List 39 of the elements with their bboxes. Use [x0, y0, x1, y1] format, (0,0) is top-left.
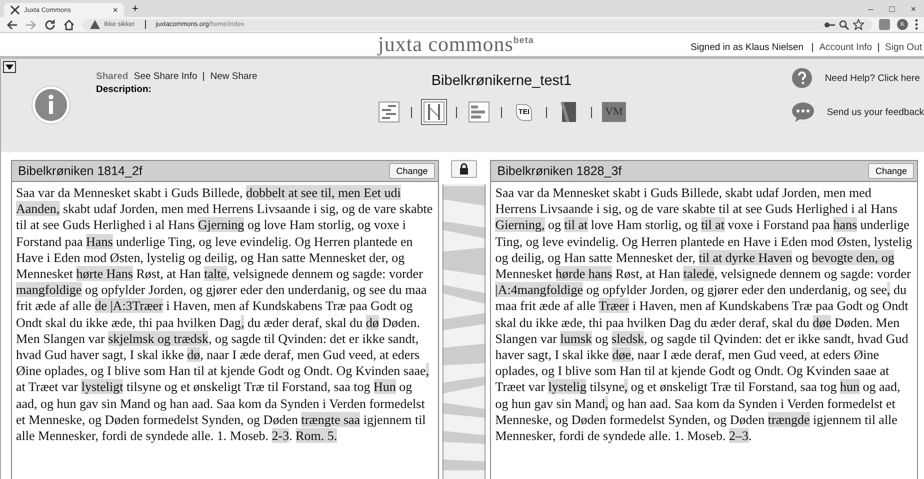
new-tab-button[interactable]: +	[132, 2, 138, 14]
minimize-icon[interactable]: –	[868, 4, 874, 14]
change-button[interactable]: Change	[389, 163, 435, 179]
close-icon[interactable]: ×	[910, 4, 916, 14]
home-icon[interactable]	[63, 18, 75, 30]
star-icon[interactable]	[853, 19, 864, 30]
info-icon[interactable]	[31, 85, 71, 125]
zoom-icon[interactable]	[839, 20, 849, 30]
collapse-toggle-icon[interactable]	[3, 61, 16, 73]
histogram-view-button[interactable]	[466, 99, 492, 125]
maximize-icon[interactable]: □	[889, 4, 895, 14]
side-by-side-view-button[interactable]	[421, 99, 447, 125]
change-button[interactable]: Change	[868, 163, 914, 179]
feedback-link[interactable]: Send us your feedback	[826, 106, 924, 118]
signed-in-text: Signed in as Klaus Nielsen	[690, 42, 804, 53]
witness-text: Saa var da Mennesket skabt i Guds Billede, dobbelt at see til, men Eet udi Aanden, skabt udaf Jorden, men med Herrens Livsaande i sig, og de vare skabte til at see Guds Herlighed i al Hans Gjerning og love Ham storlig, og voxe i Forstand paa Hans underlige Ting, og leve evindelig. Og Herren plantede en Have i Eden mod Østen, lystelig og deilig, og Han satte Mennesket der, og Mennesket hørte Hans Røst, at Han talte, velsignede dennem og sagde: vorder mangfoldige og opfylder Jorden, og gjører eder den underdanig, og see du maa frit æde af alle de |A:3Træer i Haven, men af Kundskabens Træ paa Godt og Ondt skal du ikke æde, thi paa hvilken Dag, du æder deraf, skal du dø Døden. Men Slangen var skjelmsk og trædsk, og sagde til Qvinden: det er ikke sandt, hvad Gud haver sagt, I skal ikke dø, naar I æde deraf, men Gud veed, at eders Øine oplades, og I blive som Han til at kjende Godt og Ondt. Og Kvinden saae, at Træet var lysteligt tilsyne og et ønskeligt Træ til Forstand, saa tog Hun og aad, og hun gav sin Mand og han aad. Saa kom da Synden i Verden formedelst et Menneske, og Døden formedelst Synden, og Døden trængte saa igjennem til alle Mennesker, fordi de syndede alle. 1. Moseb. 2-3. Rom. 5.	[16, 185, 434, 444]
witness-text: Saa var da Mennesket skabt i Guds Billede, skabt udaf Jorden, men med Herrens Livsaande i sig, og de vare skabte til at see Guds Herlighed i al Hans Gierning, og til at love Ham storlig, og til at voxe i Forstand paa hans underlige Ting, og leve evindelig. Og Herren plantede en Have i Eden mod Østen, lystelig og deilig, og Han satte Mennesket der, til at dyrke Haven og bevogte den, og Mennesket hørde hans Røst, at Han talede, velsignede dennem og sagde: vorder |A:4mangfoldige og opfylder Jorden, og gjører eder den underdanig, og see, du maa frit æde af alle Træer i Haven, men af Kundskabens Træ paa Godt og Ondt skal du ikke æde, thi paa hvilken Dag du æder deraf, skal du døe Døden. Men Slangen var lumsk og sledsk, og sagde til Qvinden: det er ikke sandt, hvad Gud haver sagt, I skal ikke døe, naar I æde deraf, men Gud veed, at eders Øine oplades, og I blive som Han til at kjende Godt og Ondt. Og Kvinden saae at Træet var lystelig tilsyne, og et ønskeligt Træ til Forstand, saa tog hun og aad, og hun gav sin Mand, og han aad. Saa kom da Synden i Verden formedelst et Menneske, og Døden formedelst Synden, og Døden trængde igjennem til alle Mennesker, fordi de syndede alle. 1. Moseb. 2–3.	[495, 185, 913, 444]
tab-close-button[interactable]: ×	[112, 5, 118, 15]
description-label: Description:	[96, 84, 152, 95]
share-link[interactable]: New Share	[210, 71, 258, 82]
header-link[interactable]: Account Info	[819, 42, 872, 53]
logo[interactable]: juxta commons$^{beta}$	[378, 32, 534, 57]
shared-label: Shared	[96, 71, 128, 82]
speech-bubble-icon[interactable]	[790, 101, 815, 123]
witness-title: Bibelkrøniken 1828_3f	[497, 164, 622, 178]
key-icon[interactable]	[824, 20, 835, 28]
lock-button[interactable]	[451, 160, 478, 178]
header-link[interactable]: Sign Out	[885, 42, 922, 53]
warning-icon	[90, 20, 100, 29]
lock-icon	[459, 163, 470, 175]
help-link[interactable]: Need Help? Click here	[824, 72, 920, 84]
comparison-title: Bibelkrønikerne_test1	[431, 73, 572, 89]
heatmap-view-button[interactable]	[376, 99, 402, 125]
menu-icon[interactable]	[915, 19, 918, 30]
help-icon[interactable]	[790, 67, 813, 89]
witness-title: Bibelkrøniken 1814_2f	[18, 164, 142, 178]
reload-icon[interactable]	[44, 18, 56, 30]
back-icon[interactable]	[6, 18, 18, 30]
share-link[interactable]: See Share Info	[134, 71, 198, 82]
